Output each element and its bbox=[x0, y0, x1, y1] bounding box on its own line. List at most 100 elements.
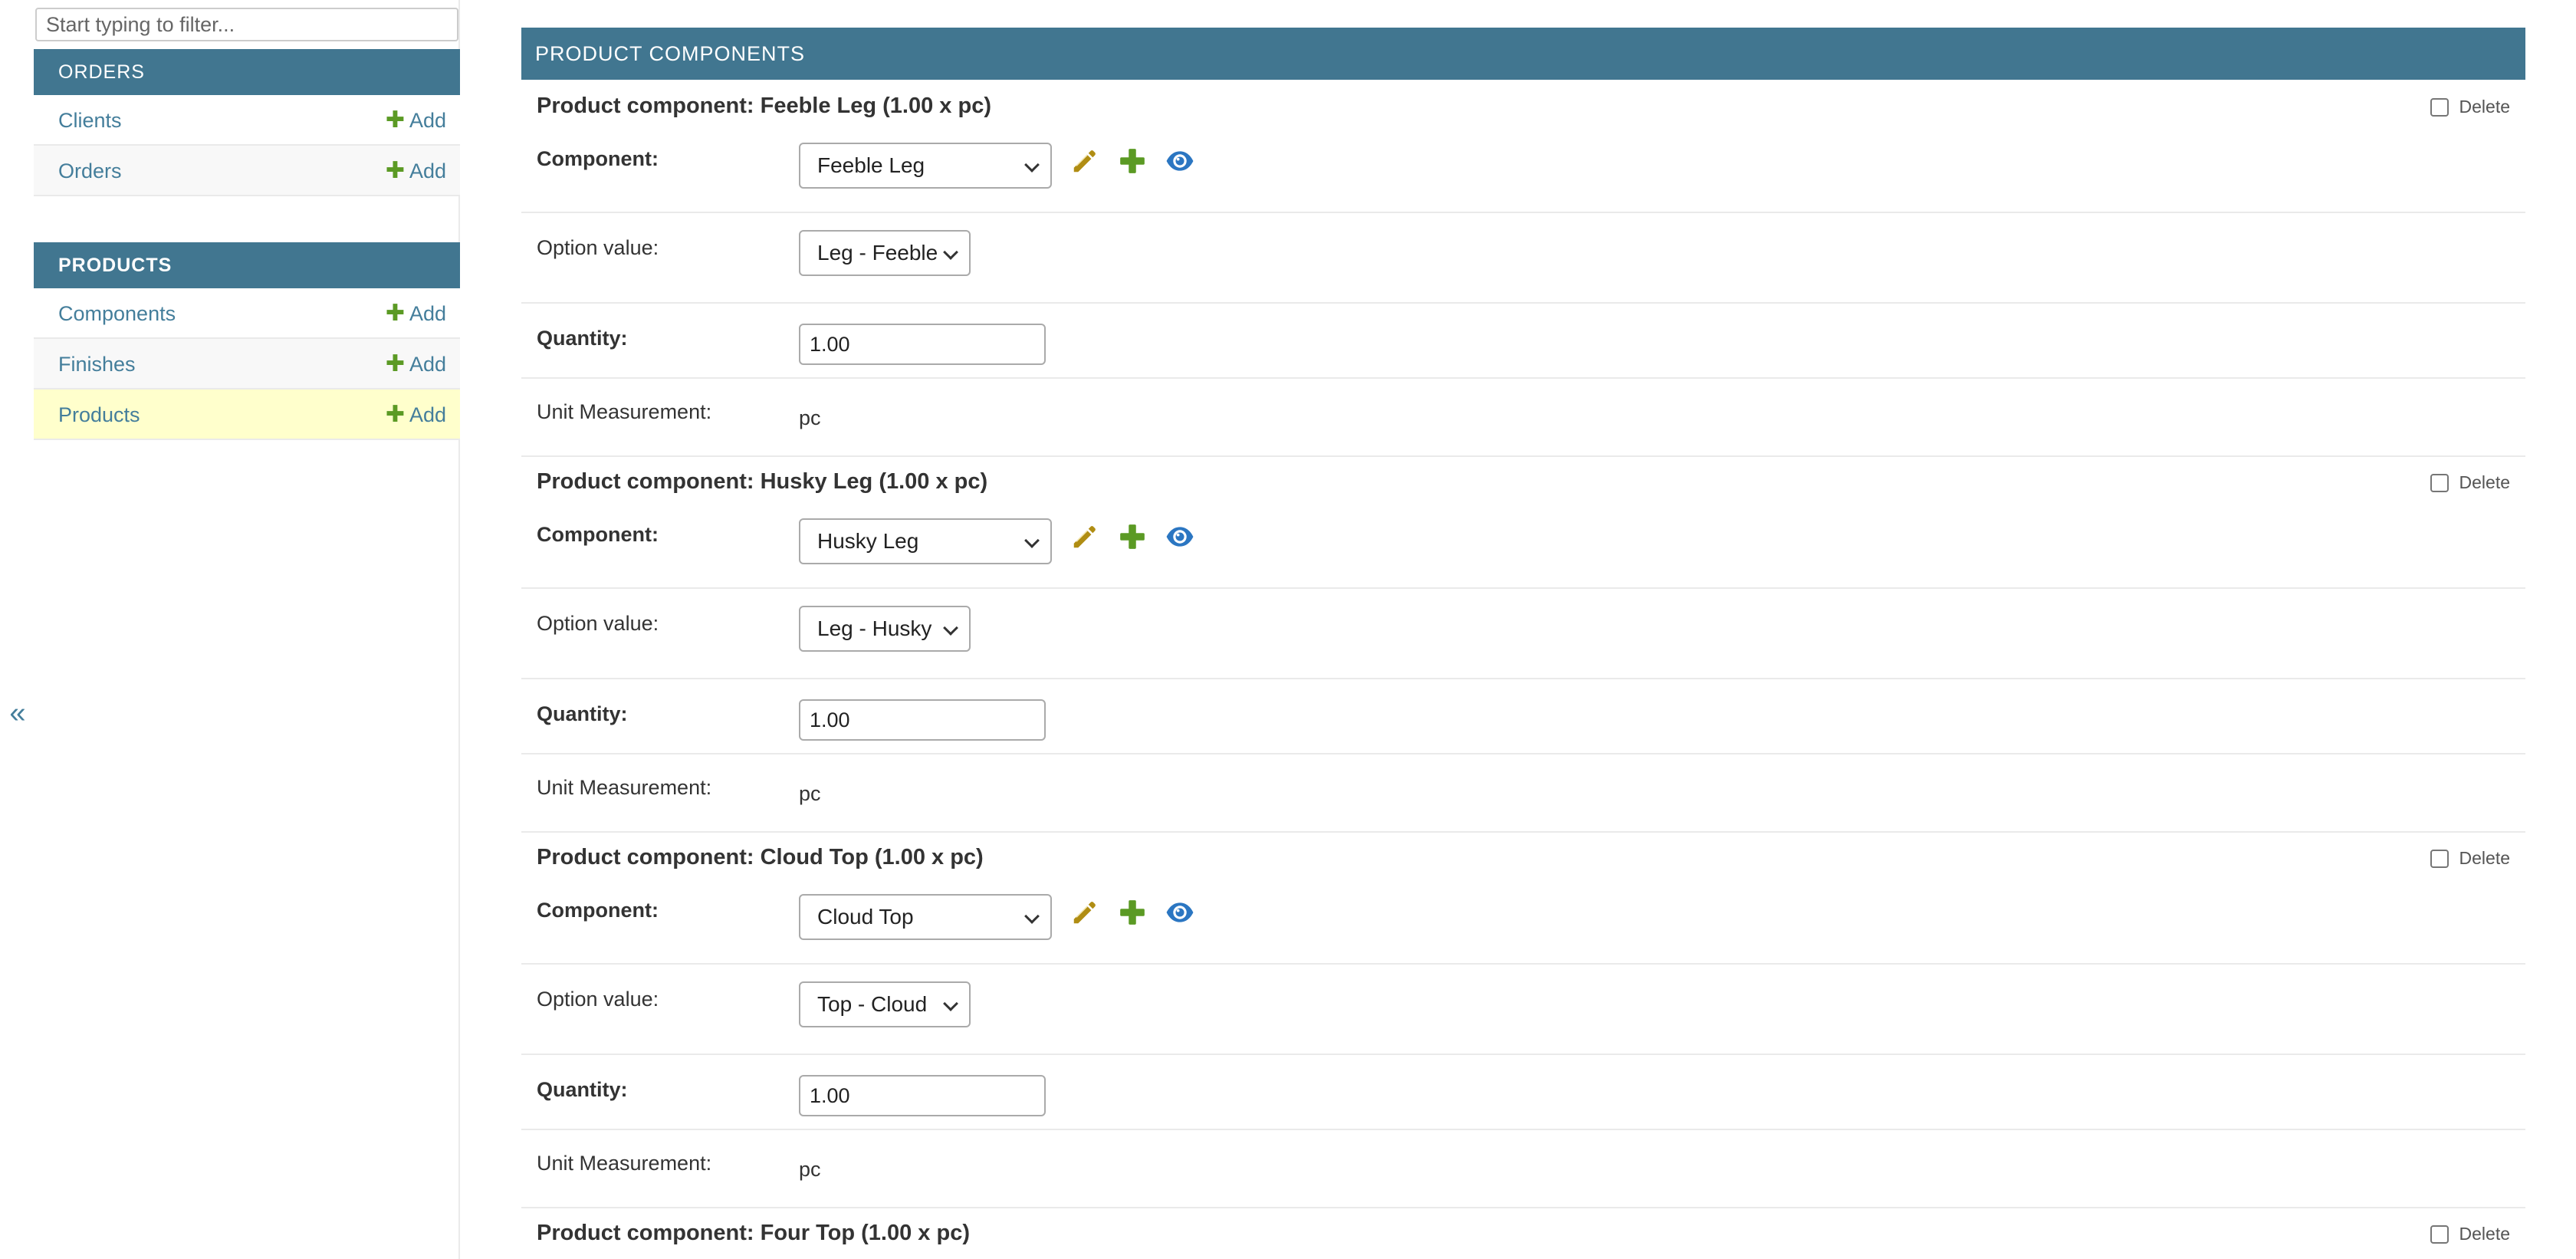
module-caption-products[interactable]: PRODUCTS bbox=[34, 242, 460, 288]
option-value-selected: Top - Cloud bbox=[817, 992, 928, 1016]
sidebar-item-components: Components ✚ Add bbox=[34, 288, 460, 339]
sidebar-item-finishes: Finishes ✚ Add bbox=[34, 339, 460, 390]
quantity-input[interactable]: 1.00 bbox=[799, 699, 1046, 741]
add-label: Add bbox=[409, 109, 446, 132]
option-value-select[interactable]: Top - Cloud bbox=[799, 981, 971, 1027]
unit-measurement-label: Unit Measurement: bbox=[537, 400, 712, 423]
inline-form-title: Product component: Cloud Top (1.00 x pc) bbox=[537, 845, 984, 869]
eye-icon[interactable] bbox=[1165, 522, 1194, 551]
module-caption-orders[interactable]: ORDERS bbox=[34, 49, 460, 95]
quantity-input[interactable]: 1.00 bbox=[799, 324, 1046, 365]
field-row-option-value: Option value: Top - Cloud bbox=[521, 966, 2525, 1055]
related-widget-actions bbox=[1070, 146, 1194, 176]
component-selected-value: Cloud Top bbox=[817, 905, 914, 929]
component-selected-value: Husky Leg bbox=[817, 529, 919, 553]
field-row-component: Component: Feeble Leg bbox=[521, 132, 2525, 213]
inline-form-product-component: Product component: Husky Leg (1.00 x pc)… bbox=[521, 455, 2525, 833]
inline-group-product-components: PRODUCT COMPONENTS Product component: Fe… bbox=[521, 28, 2525, 1259]
inline-form-title: Product component: Husky Leg (1.00 x pc) bbox=[537, 469, 988, 494]
option-value-select[interactable]: Leg - Husky bbox=[799, 606, 971, 652]
delete-label: Delete bbox=[2459, 97, 2510, 117]
plus-icon[interactable] bbox=[1118, 522, 1147, 551]
delete-control: Delete bbox=[2430, 1224, 2510, 1244]
delete-checkbox[interactable] bbox=[2430, 97, 2449, 117]
sidebar-link-orders[interactable]: Orders bbox=[58, 146, 122, 196]
option-value-label: Option value: bbox=[537, 612, 659, 635]
component-select[interactable]: Husky Leg bbox=[799, 518, 1052, 564]
option-value-label: Option value: bbox=[537, 236, 659, 259]
inline-form-title: Product component: Feeble Leg (1.00 x pc… bbox=[537, 94, 991, 118]
plus-icon[interactable] bbox=[1118, 898, 1147, 927]
field-row-component: Component: Cloud Top bbox=[521, 883, 2525, 965]
plus-icon: ✚ bbox=[385, 301, 405, 326]
inline-form-product-component: Product component: Feeble Leg (1.00 x pc… bbox=[521, 80, 2525, 457]
quantity-label: Quantity: bbox=[537, 327, 628, 350]
sidebar-link-products[interactable]: Products bbox=[58, 390, 140, 440]
module-products: PRODUCTS Components ✚ Add Finishes ✚ Add P… bbox=[34, 242, 460, 440]
delete-checkbox[interactable] bbox=[2430, 1224, 2449, 1244]
plus-icon[interactable] bbox=[1118, 146, 1147, 176]
chevron-down-icon bbox=[1024, 520, 1040, 563]
add-label: Add bbox=[409, 159, 446, 182]
sidebar-link-components[interactable]: Components bbox=[58, 288, 176, 339]
inline-form-title: Product component: Four Top (1.00 x pc) bbox=[537, 1221, 970, 1245]
option-value-selected: Leg - Feeble bbox=[817, 241, 938, 265]
component-label: Component: bbox=[537, 147, 659, 170]
plus-icon: ✚ bbox=[385, 402, 405, 427]
field-row-quantity: Quantity: 1.00 bbox=[521, 305, 2525, 379]
delete-control: Delete bbox=[2430, 472, 2510, 493]
component-select[interactable]: Feeble Leg bbox=[799, 143, 1052, 189]
component-selected-value: Feeble Leg bbox=[817, 153, 925, 177]
eye-icon[interactable] bbox=[1165, 146, 1194, 176]
sidebar-link-clients[interactable]: Clients bbox=[58, 95, 122, 146]
component-select[interactable]: Cloud Top bbox=[799, 894, 1052, 940]
field-row-unit-measurement: Unit Measurement: pc bbox=[521, 756, 2525, 833]
pencil-icon[interactable] bbox=[1070, 898, 1099, 927]
delete-checkbox[interactable] bbox=[2430, 849, 2449, 868]
sidebar: ORDERS Clients ✚Add Orders ✚Add PRODUCTS… bbox=[34, 0, 460, 1259]
sidebar-collapse-toggle[interactable]: « bbox=[5, 696, 31, 730]
module-orders: ORDERS Clients ✚ Add Orders ✚ Add bbox=[34, 49, 460, 196]
add-finishes-link[interactable]: ✚ Add bbox=[386, 339, 446, 390]
delete-checkbox[interactable] bbox=[2430, 473, 2449, 492]
field-row-option-value: Option value: Leg - Husky bbox=[521, 590, 2525, 679]
field-row-quantity: Quantity: 1.00 bbox=[521, 1057, 2525, 1130]
quantity-input[interactable]: 1.00 bbox=[799, 1075, 1046, 1116]
delete-control: Delete bbox=[2430, 97, 2510, 117]
plus-icon: ✚ bbox=[385, 107, 405, 133]
option-value-selected: Leg - Husky bbox=[817, 616, 932, 640]
plus-icon: ✚ bbox=[385, 351, 405, 376]
component-label: Component: bbox=[537, 899, 659, 922]
unit-measurement-value: pc bbox=[799, 406, 821, 429]
add-label: Add bbox=[409, 353, 446, 376]
inline-form-product-component: Product component: Cloud Top (1.00 x pc)… bbox=[521, 831, 2525, 1208]
eye-icon[interactable] bbox=[1165, 898, 1194, 927]
add-orders-link[interactable]: ✚ Add bbox=[386, 146, 446, 196]
related-widget-actions bbox=[1070, 897, 1194, 928]
field-row-option-value: Option value: Leg - Feeble bbox=[521, 215, 2525, 304]
pencil-icon[interactable] bbox=[1070, 146, 1099, 176]
field-row-component: Component: Husky Leg bbox=[521, 508, 2525, 589]
sidebar-item-products: Products ✚ Add bbox=[34, 390, 460, 440]
sidebar-item-clients: Clients ✚ Add bbox=[34, 95, 460, 146]
chevron-down-icon bbox=[1024, 896, 1040, 938]
add-components-link[interactable]: ✚ Add bbox=[386, 288, 446, 339]
add-products-link[interactable]: ✚ Add bbox=[386, 390, 446, 440]
delete-label: Delete bbox=[2459, 1224, 2510, 1244]
sidebar-link-finishes[interactable]: Finishes bbox=[58, 339, 136, 390]
sidebar-item-orders: Orders ✚ Add bbox=[34, 146, 460, 196]
related-widget-actions bbox=[1070, 521, 1194, 552]
field-row-unit-measurement: Unit Measurement: pc bbox=[521, 1132, 2525, 1208]
plus-icon: ✚ bbox=[385, 158, 405, 183]
quantity-label: Quantity: bbox=[537, 702, 628, 725]
chevron-down-icon bbox=[943, 232, 958, 274]
add-label: Add bbox=[409, 403, 446, 426]
chevron-down-icon bbox=[1024, 144, 1040, 187]
add-clients-link[interactable]: ✚ Add bbox=[386, 95, 446, 146]
pencil-icon[interactable] bbox=[1070, 522, 1099, 551]
option-value-select[interactable]: Leg - Feeble bbox=[799, 230, 971, 276]
unit-measurement-label: Unit Measurement: bbox=[537, 1152, 712, 1175]
filter-input[interactable] bbox=[35, 8, 458, 41]
chevron-down-icon bbox=[943, 983, 958, 1026]
delete-label: Delete bbox=[2459, 472, 2510, 492]
